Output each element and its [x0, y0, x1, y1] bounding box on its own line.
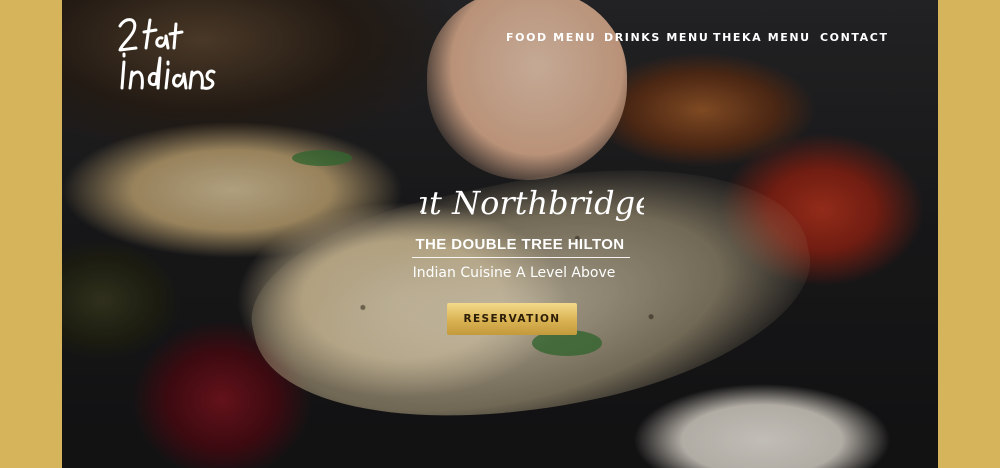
nav-theka-menu[interactable]: THEKA MENU: [713, 31, 811, 44]
reservation-button[interactable]: RESERVATION: [447, 303, 577, 335]
logo-mark: [118, 18, 216, 90]
divider: [412, 257, 630, 258]
venue-heading: THE DOUBLE TREE HILTON: [415, 236, 625, 253]
nav-drinks-menu[interactable]: DRINKS MENU: [604, 31, 709, 44]
site-logo[interactable]: [116, 14, 216, 94]
script-location-text: at Northbridge: [420, 184, 644, 222]
tagline: Indian Cuisine A Level Above: [412, 265, 616, 281]
script-location-heading: at Northbridge: [420, 184, 644, 222]
nav-contact[interactable]: CONTACT: [820, 31, 889, 44]
nav-food-menu[interactable]: FOOD MENU: [506, 31, 596, 44]
